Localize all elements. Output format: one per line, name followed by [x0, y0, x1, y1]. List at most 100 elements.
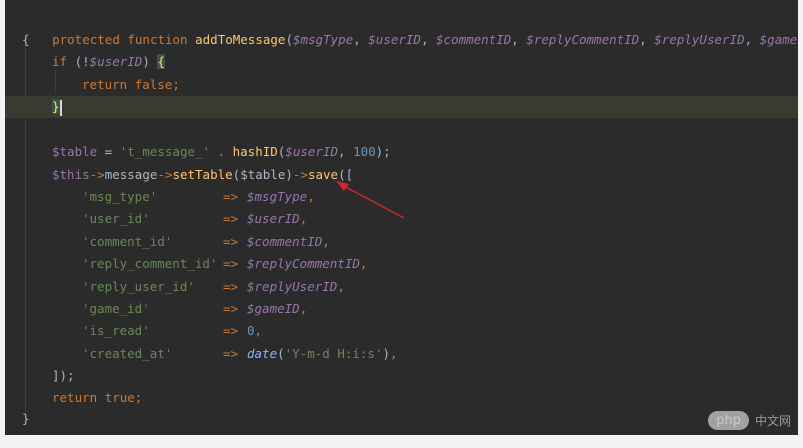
double-arrow: =>	[223, 256, 239, 271]
array-value: $commentID	[247, 234, 323, 249]
code-line-1[interactable]: protected function addToMessage($msgType…	[22, 7, 798, 47]
keyword: protected	[52, 32, 120, 47]
comma: ,	[337, 279, 345, 294]
param: $userID	[368, 32, 421, 47]
comma: ,	[299, 211, 308, 226]
string: 't_message_'	[119, 144, 211, 159]
code-line-3[interactable]: if (!$userID) {	[52, 51, 165, 73]
comma: ,	[299, 301, 308, 316]
assign: =	[97, 144, 120, 159]
arrow-op: ->	[89, 167, 105, 182]
code-line-array-close[interactable]: ]);	[52, 365, 75, 387]
keyword: return	[52, 390, 98, 405]
function-name: addToMessage	[195, 32, 286, 47]
string: 'Y-m-d H:i:s'	[284, 346, 383, 361]
arrow-op: ->	[157, 167, 173, 182]
array-value: $gameID	[247, 301, 300, 316]
variable: $userID	[89, 54, 143, 69]
code-line-8[interactable]: $this->message->setTable($table)->save([	[52, 164, 353, 186]
keyword: if	[52, 54, 68, 69]
keyword: function	[127, 32, 188, 47]
array-close: ]);	[52, 368, 75, 383]
paren: )	[382, 346, 391, 361]
array-row[interactable]: 'reply_user_id' => $replyUserID,	[82, 276, 345, 298]
code-line-7[interactable]: $table = 't_message_' . hashID($userID, …	[52, 141, 391, 163]
close-brace: }	[22, 411, 30, 426]
matched-brace: {	[157, 54, 165, 69]
double-arrow: =>	[223, 234, 239, 249]
double-arrow: =>	[223, 323, 239, 338]
array-row[interactable]: 'game_id' => $gameID,	[82, 298, 307, 320]
separator: ,	[511, 32, 527, 47]
array-key: 'reply_user_id'	[82, 279, 195, 294]
array-key: 'user_id'	[82, 211, 150, 226]
array-value: $replyCommentID	[247, 256, 360, 271]
paren: (	[285, 32, 293, 47]
semicolon: ;	[172, 77, 180, 92]
literal: false	[134, 77, 173, 92]
paren: (	[277, 346, 285, 361]
literal: true	[104, 390, 135, 405]
code-line-5-current[interactable]: }	[5, 96, 798, 118]
separator: ,	[353, 32, 369, 47]
double-arrow: =>	[223, 301, 239, 316]
method-call: save	[307, 167, 339, 182]
param: $replyCommentID	[526, 32, 640, 47]
separator: ,	[338, 144, 354, 159]
double-arrow: =>	[223, 189, 239, 204]
array-row[interactable]: 'reply_comment_id' => $replyCommentID,	[82, 253, 367, 275]
array-value: 0	[247, 323, 255, 338]
indent-guide	[55, 70, 56, 94]
condition-close: )	[142, 54, 150, 69]
param: $commentID	[436, 32, 512, 47]
comma: ,	[390, 346, 398, 361]
matched-brace: }	[52, 99, 60, 114]
param: $msgType	[292, 32, 354, 47]
code-line-4[interactable]: return false;	[82, 74, 180, 96]
method-call: setTable	[172, 167, 233, 182]
function-call: hashID	[232, 144, 278, 159]
array-key: 'game_id'	[82, 301, 150, 316]
double-arrow: =>	[223, 211, 239, 226]
function-call: date	[247, 346, 278, 361]
open-brace: {	[22, 32, 30, 47]
code-editor[interactable]: protected function addToMessage($msgType…	[5, 0, 798, 435]
semicolon: ;	[134, 390, 143, 405]
array-row[interactable]: 'is_read' => 0,	[82, 320, 262, 342]
arrow-op: ->	[292, 167, 308, 182]
code-line-return-true[interactable]: return true;	[52, 387, 142, 409]
array-row[interactable]: 'comment_id' => $commentID,	[82, 231, 330, 253]
code-line-close-brace[interactable]: }	[22, 408, 30, 430]
array-key: 'comment_id'	[82, 234, 173, 249]
this-variable: $this	[52, 167, 90, 182]
comma: ,	[322, 234, 330, 249]
array-row[interactable]: 'user_id' => $userID,	[82, 208, 307, 230]
number: 100	[353, 144, 376, 159]
array-key: 'msg_type'	[82, 189, 158, 204]
param: $gameID	[759, 32, 798, 47]
variable: $table	[52, 144, 98, 159]
array-row[interactable]: 'created_at' => date('Y-m-d H:i:s'),	[82, 343, 398, 365]
array-row[interactable]: 'msg_type' => $msgType,	[82, 186, 315, 208]
comma: ,	[359, 256, 368, 271]
array-key: 'created_at'	[82, 346, 173, 361]
watermark: php 中文网	[708, 411, 791, 430]
watermark-logo: php	[708, 411, 749, 430]
array-open: ([	[338, 167, 354, 182]
variable: $userID	[285, 144, 338, 159]
param: $replyUserID	[654, 32, 745, 47]
array-key: 'reply_comment_id'	[82, 256, 218, 271]
property: message	[104, 167, 158, 182]
text-caret	[59, 99, 62, 116]
condition-open: (!	[67, 54, 90, 69]
separator: ,	[420, 32, 436, 47]
double-arrow: =>	[223, 279, 239, 294]
separator: ,	[639, 32, 655, 47]
args: ($table)	[232, 167, 293, 182]
comma: ,	[307, 189, 315, 204]
code-line-2[interactable]: {	[22, 29, 30, 51]
keyword: return	[82, 77, 128, 92]
array-value: $replyUserID	[247, 279, 338, 294]
watermark-text: 中文网	[754, 414, 791, 428]
array-value: $msgType	[247, 189, 308, 204]
